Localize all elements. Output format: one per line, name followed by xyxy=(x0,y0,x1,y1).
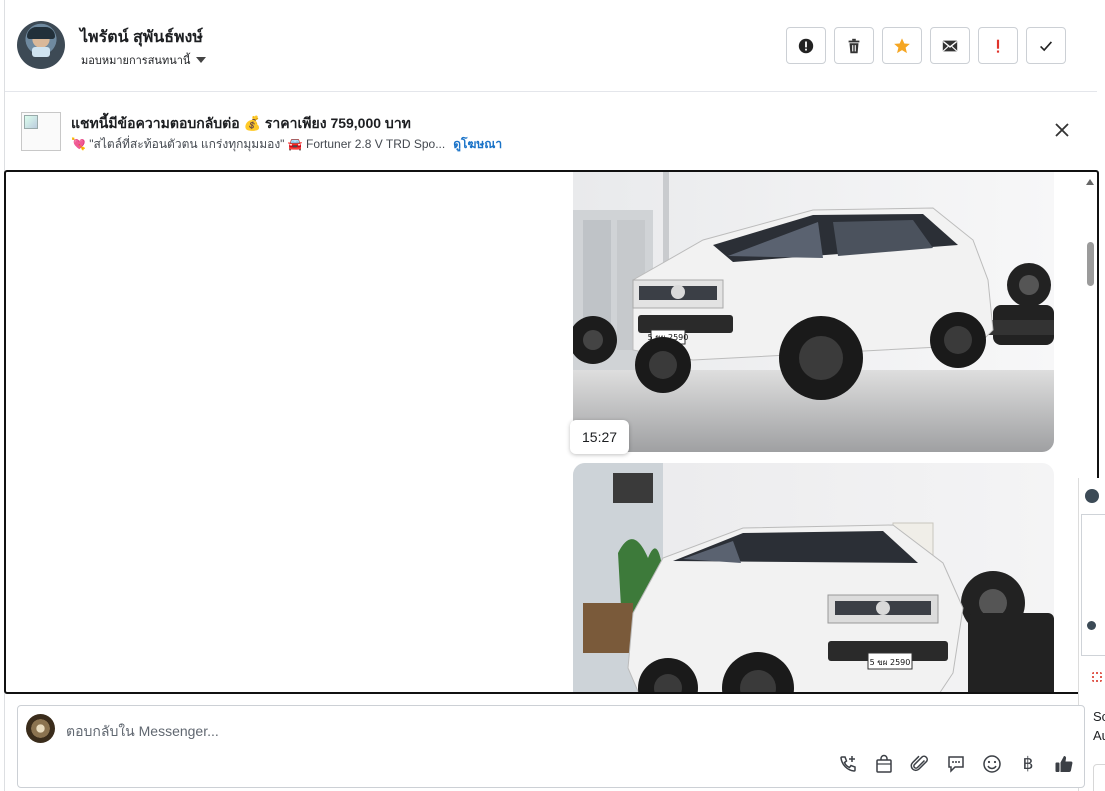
view-ad-link[interactable]: ดูโฆษณา xyxy=(453,135,502,154)
check-icon xyxy=(1040,40,1053,51)
call-button[interactable] xyxy=(836,752,860,776)
reply-composer: ฿ xyxy=(17,705,1085,788)
app-logo-icon xyxy=(1092,672,1102,682)
image-message[interactable]: 5 ขผ 2590 xyxy=(573,172,1054,452)
exclamation-icon xyxy=(996,39,1000,53)
baht-icon: ฿ xyxy=(1022,754,1034,774)
ad-thumbnail[interactable] xyxy=(21,112,61,151)
attach-button[interactable] xyxy=(908,752,932,776)
ad-context-bar: แชทนี้มีข้อความตอบกลับต่อ 💰 ราคาเพียง 75… xyxy=(5,93,1097,169)
scroll-up-icon[interactable] xyxy=(1086,179,1094,185)
saved-replies-button[interactable] xyxy=(944,752,968,776)
star-icon xyxy=(894,37,910,53)
message-timestamp: 15:27 xyxy=(570,420,630,454)
ad-subtitle-row: 💘 "สไตล์ที่สะท้อนตัวตน แกร่งทุกมุมมอง" 🚘… xyxy=(71,135,502,154)
contact-name[interactable]: ไพรัตน์ สุพันธ์พงษ์ xyxy=(80,25,203,50)
important-button[interactable] xyxy=(978,27,1018,64)
chat-bubble-icon xyxy=(948,756,964,773)
trash-icon xyxy=(848,38,860,53)
mini-preview-card[interactable] xyxy=(1081,514,1105,656)
conversation-actions xyxy=(786,27,1066,64)
page-avatar xyxy=(26,714,55,743)
license-plate-text: 5 ขผ 2590 xyxy=(870,658,911,667)
phone-plus-icon xyxy=(840,756,856,772)
mark-unread-button[interactable] xyxy=(930,27,970,64)
alert-circle-icon xyxy=(798,38,814,53)
side-panel-text-1: Sc xyxy=(1093,709,1105,724)
assign-conversation-dropdown[interactable]: มอบหมายการสนทนานี้ xyxy=(81,51,207,69)
payment-button[interactable]: ฿ xyxy=(1016,752,1040,776)
emoji-button[interactable] xyxy=(980,752,1004,776)
ad-title: แชทนี้มีข้อความตอบกลับต่อ 💰 ราคาเพียง 75… xyxy=(71,115,411,131)
close-icon xyxy=(1055,123,1069,137)
thumbs-up-icon xyxy=(1055,756,1073,772)
paperclip-icon xyxy=(910,755,928,772)
assign-label: มอบหมายการสนทนานี้ xyxy=(81,55,191,67)
contact-avatar[interactable] xyxy=(17,21,65,69)
inbox-conversation: ไพรัตน์ สุพันธ์พงษ์ มอบหมายการสนทนานี้ แ… xyxy=(0,0,1105,791)
shop-button[interactable] xyxy=(872,752,896,776)
like-button[interactable] xyxy=(1052,752,1076,776)
mini-avatar[interactable] xyxy=(1085,489,1099,503)
close-ad-bar-button[interactable] xyxy=(1052,120,1072,140)
envelope-icon xyxy=(942,40,958,51)
image-message[interactable]: 5 ขผ 2590 xyxy=(573,463,1054,692)
shopping-bag-icon xyxy=(876,754,892,773)
delete-button[interactable] xyxy=(834,27,874,64)
avatar-cap xyxy=(27,27,55,39)
reply-input[interactable] xyxy=(66,720,966,742)
smiley-icon xyxy=(983,755,1001,773)
mini-avatar-dot xyxy=(1087,621,1096,630)
car-photo-image: 5 ขผ 2590 xyxy=(573,463,1054,692)
caret-down-icon xyxy=(196,57,207,63)
report-spam-button[interactable] xyxy=(786,27,826,64)
mark-done-button[interactable] xyxy=(1026,27,1066,64)
side-panel-text-2: Au xyxy=(1093,728,1105,743)
car-photo-image: 5 ขผ 2590 xyxy=(573,172,1054,452)
star-button[interactable] xyxy=(882,27,922,64)
side-panel-card xyxy=(1093,764,1105,791)
avatar-mask xyxy=(32,47,50,57)
scroll-thumb[interactable] xyxy=(1087,242,1094,286)
message-thread[interactable]: 5 ขผ 2590 15:27 xyxy=(4,170,1099,694)
ad-subtitle: 💘 "สไตล์ที่สะท้อนตัวตน แกร่งทุกมุมมอง" 🚘… xyxy=(71,137,446,151)
conversation-header: ไพรัตน์ สุพันธ์พงษ์ มอบหมายการสนทนานี้ xyxy=(5,0,1097,92)
composer-toolbar: ฿ xyxy=(836,752,1076,776)
